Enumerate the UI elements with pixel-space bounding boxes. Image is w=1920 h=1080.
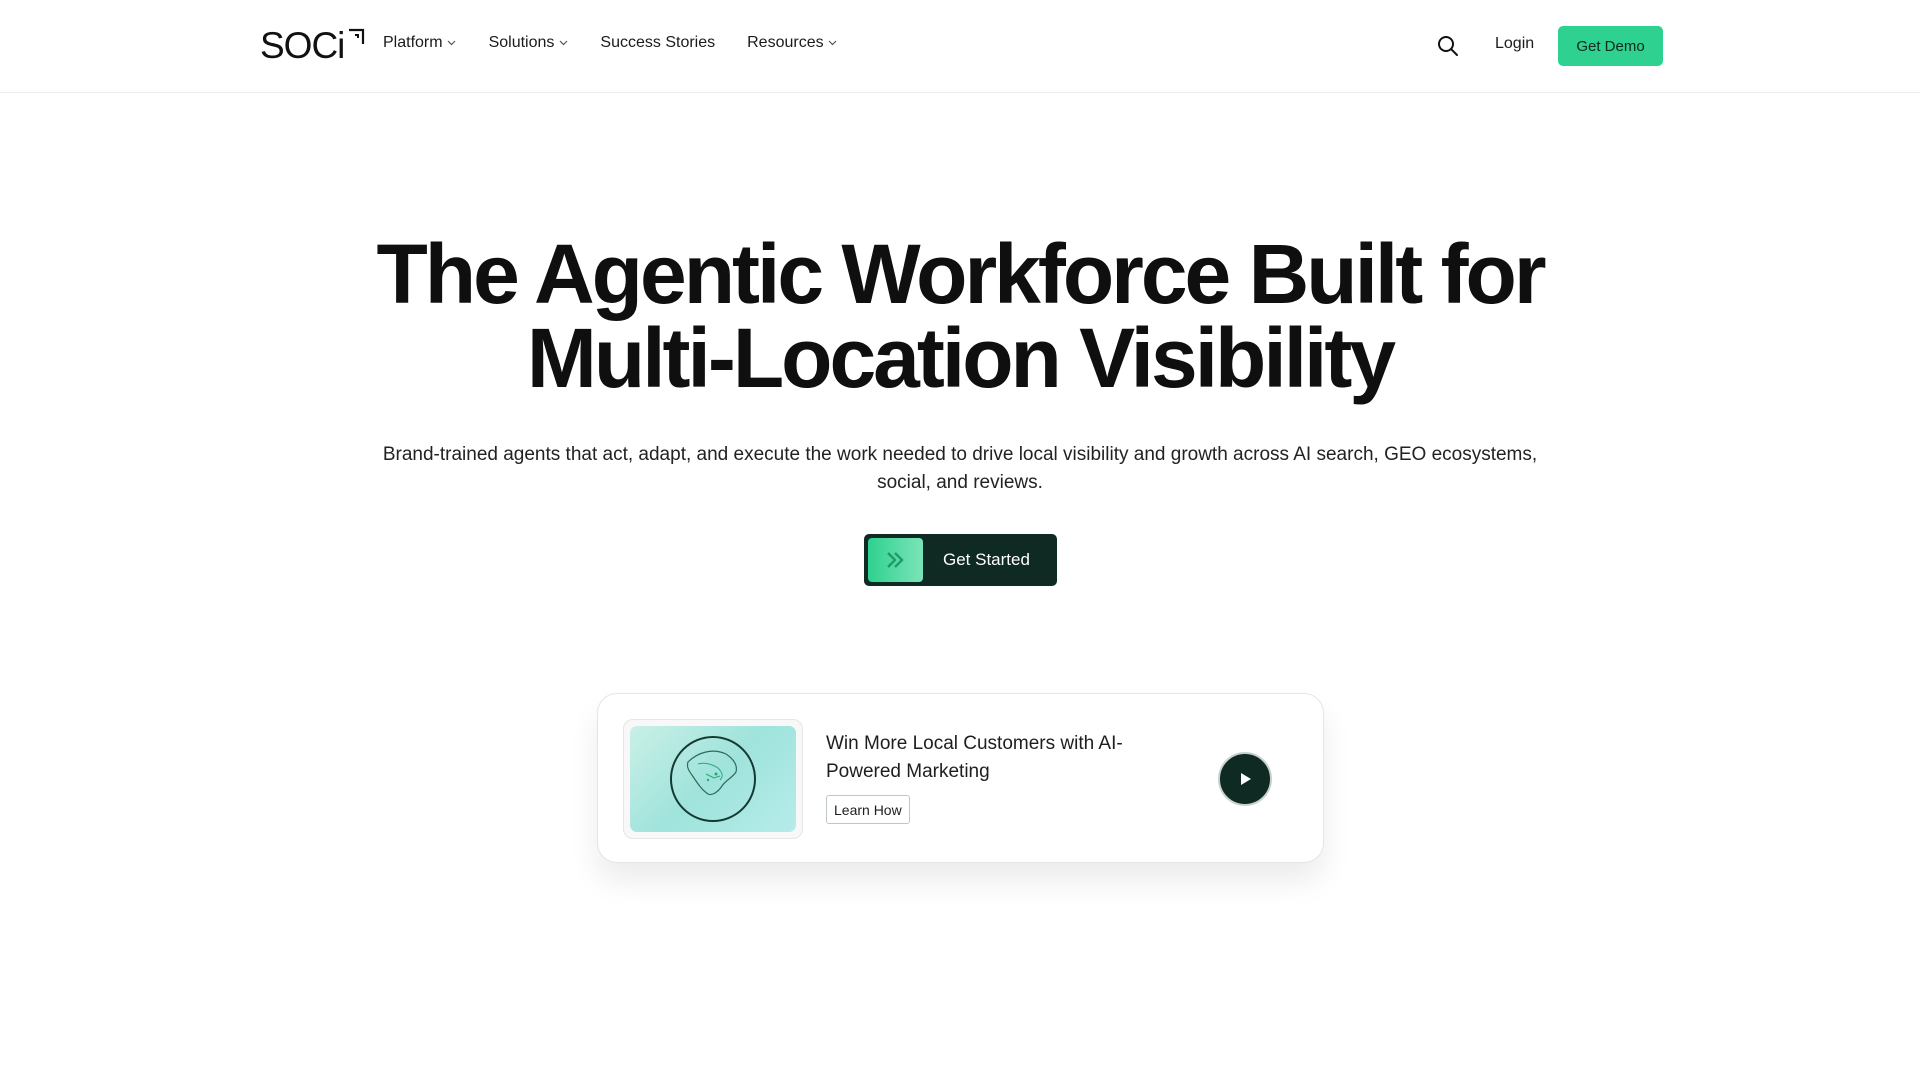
play-icon — [1241, 773, 1251, 785]
chevron-down-icon — [828, 38, 838, 48]
nav-item-label: Resources — [747, 34, 824, 51]
video-card: Win More Local Customers with AI-Powered… — [597, 693, 1324, 863]
nav-item-resources[interactable]: Resources — [747, 34, 837, 52]
get-demo-button[interactable]: Get Demo — [1558, 26, 1663, 66]
video-card-title: Win More Local Customers with AI-Powered… — [826, 733, 1123, 782]
nav-item-success-stories[interactable]: Success Stories — [600, 34, 715, 52]
title-line-2: Multi-Location Visibility — [526, 311, 1396, 405]
get-started-button[interactable]: Get Started — [864, 534, 1057, 586]
site-header: SOCi Platform Solutions Success Stories … — [0, 0, 1920, 93]
chevron-down-icon — [447, 38, 457, 48]
hero-subtitle: Brand-trained agents that act, adapt, an… — [382, 444, 1538, 493]
logo-arrow-icon — [345, 28, 365, 48]
chevron-down-icon — [558, 38, 568, 48]
get-started-label: Get Started — [943, 550, 1030, 569]
learn-how-button[interactable]: Learn How — [826, 795, 910, 824]
page-title: The Agentic Workforce Built for Multi-Lo… — [0, 232, 1920, 400]
soci-logo[interactable]: SOCi — [260, 25, 365, 66]
double-chevron-right-icon — [868, 538, 923, 582]
play-button[interactable] — [1218, 752, 1272, 806]
globe-icon — [670, 736, 756, 822]
login-link[interactable]: Login — [1495, 35, 1534, 53]
video-thumbnail[interactable] — [623, 719, 803, 839]
nav-item-label: Solutions — [488, 34, 555, 51]
main-nav: Platform Solutions Success Stories Resou… — [383, 34, 870, 52]
thumbnail-background — [630, 726, 796, 832]
nav-item-solutions[interactable]: Solutions — [489, 34, 569, 52]
title-line-1: The Agentic Workforce Built for — [376, 227, 1546, 321]
logo-wordmark: SOCi — [260, 25, 345, 66]
nav-item-label: Success Stories — [600, 34, 716, 51]
nav-item-platform[interactable]: Platform — [383, 34, 457, 52]
search-icon[interactable] — [1436, 34, 1460, 58]
nav-item-label: Platform — [383, 34, 443, 51]
